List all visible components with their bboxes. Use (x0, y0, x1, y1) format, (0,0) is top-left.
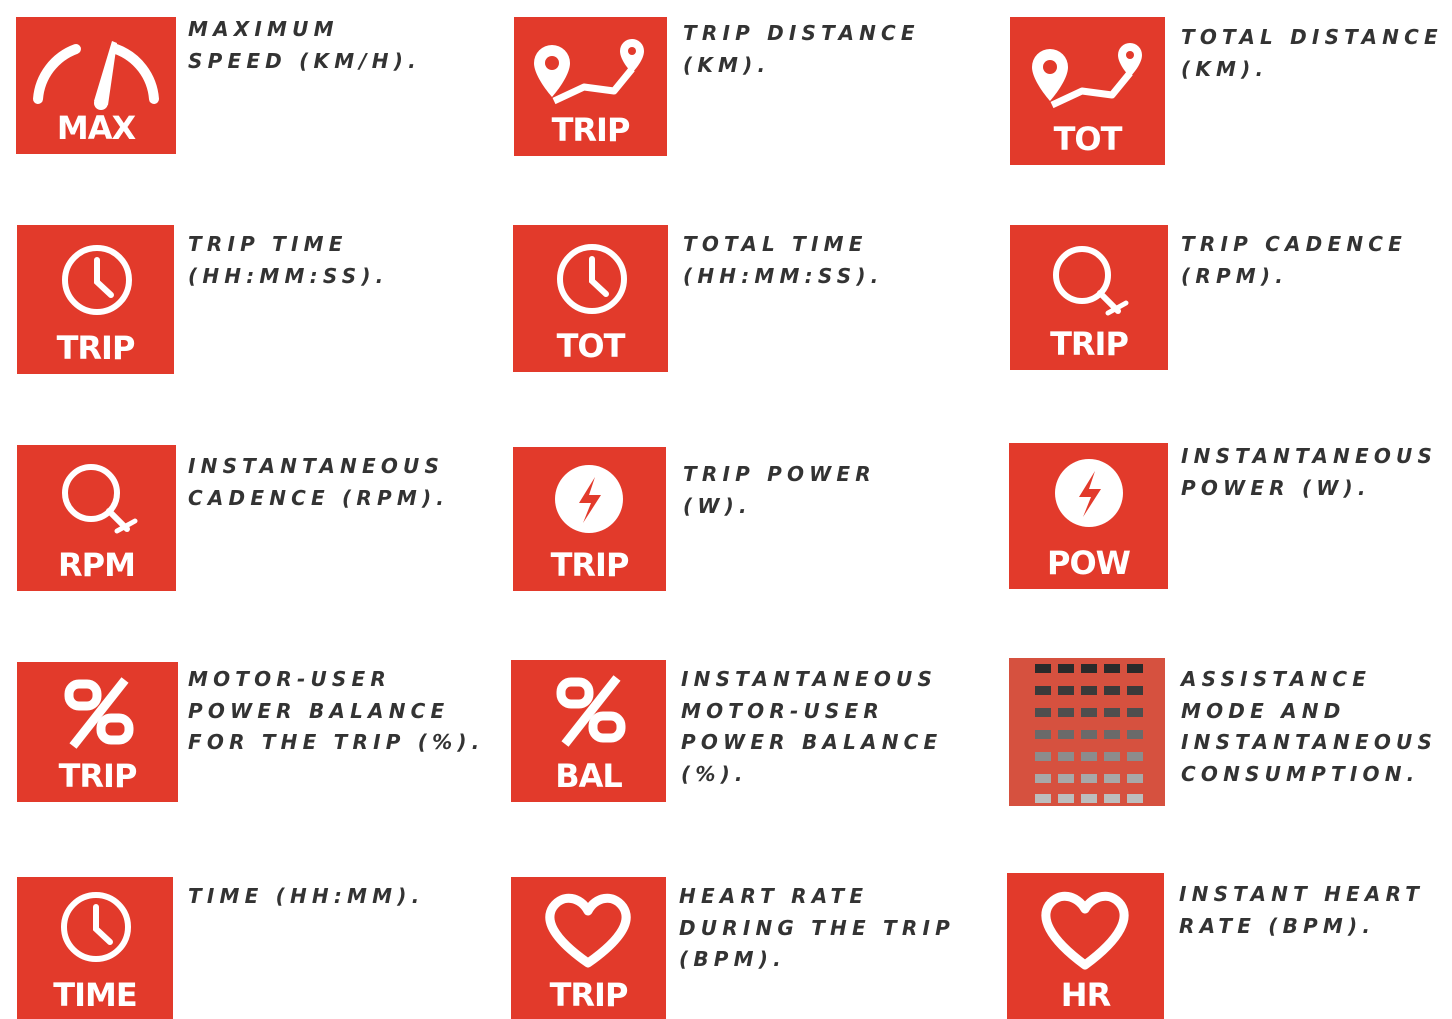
icon-tile: TRIP (511, 877, 666, 1019)
icon-label: TRIP (551, 111, 631, 149)
icon-tile: TOT (513, 225, 668, 372)
icon-tile: TRIP (17, 225, 174, 374)
icon-label: TRIP (58, 757, 138, 795)
item-description: ASSISTANCE MODE AND INSTANTANEOUS CONSUM… (1181, 667, 1438, 786)
icon-label: TRIP (550, 546, 630, 584)
icon-tile: BAL (511, 660, 666, 802)
item-description: TOTAL DISTANCE (KM). (1181, 25, 1443, 81)
icon-label: TRIP (1050, 325, 1129, 363)
icon-tile: HR (1007, 873, 1164, 1019)
icon-label: POW (1047, 544, 1131, 582)
item-description: MAXIMUM SPEED (KM/H). (188, 17, 421, 73)
icon-label: TOT (556, 327, 626, 365)
icon-tile: TRIP (514, 17, 667, 156)
icon-tile: TRIP (1010, 225, 1168, 370)
icon-label: BAL (555, 757, 623, 795)
icon-tile: TRIP (513, 447, 666, 591)
item-description: TOTAL TIME (HH:MM:SS). (683, 232, 884, 288)
item-description: TRIP POWER (W). (683, 462, 876, 518)
icon-tile: TIME (17, 877, 173, 1019)
icon-tile (1009, 658, 1165, 806)
icon-label: TRIP (56, 329, 136, 367)
item-description: INSTANTANEOUS MOTOR-USER POWER BALANCE (… (681, 667, 943, 786)
item-description: INSTANTANEOUS CADENCE (RPM). (188, 454, 450, 510)
icon-tile: POW (1009, 443, 1168, 589)
icon-tile: TOT (1010, 17, 1165, 165)
icon-label: TIME (53, 976, 137, 1014)
icon-label: TRIP (549, 976, 629, 1014)
item-description: TRIP TIME (HH:MM:SS). (188, 232, 389, 288)
icon-label: HR (1060, 976, 1111, 1014)
icon-tile: RPM (17, 445, 176, 591)
icon-tile: MAX (16, 17, 176, 154)
icon-tile: TRIP (17, 662, 178, 802)
item-description: TRIP CADENCE (RPM). (1181, 232, 1408, 288)
item-description: INSTANT HEART RATE (BPM). (1179, 882, 1425, 938)
item-description: TRIP DISTANCE (KM). (683, 21, 920, 77)
icon-label: TOT (1053, 120, 1123, 158)
item-description: INSTANTANEOUS POWER (W). (1181, 444, 1438, 500)
item-description: MOTOR-USER POWER BALANCE FOR THE TRIP (%… (188, 667, 485, 754)
icon-label: RPM (58, 546, 136, 584)
icon-label: MAX (56, 109, 136, 147)
item-description: HEART RATE DURING THE TRIP (BPM). (679, 884, 955, 971)
assistance-bars-icon (1009, 658, 1165, 806)
item-description: TIME (HH:MM). (188, 884, 425, 908)
